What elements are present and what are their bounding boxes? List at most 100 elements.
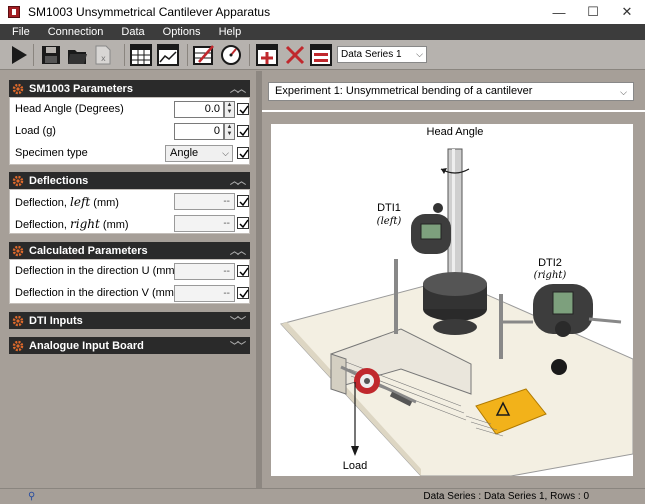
close-button[interactable]: ✕ bbox=[610, 0, 644, 24]
deflection-u-value: -- bbox=[174, 263, 235, 280]
gear-icon bbox=[12, 245, 24, 256]
edit-table-icon[interactable] bbox=[193, 44, 215, 66]
apparatus-diagram: Head Angle DTI1 (left) DTI2 (right) Load bbox=[271, 124, 634, 477]
menu-data[interactable]: Data bbox=[115, 26, 150, 38]
play-icon[interactable] bbox=[8, 44, 30, 66]
usb-icon: ⚲ bbox=[28, 491, 36, 502]
clear-table-icon[interactable] bbox=[310, 44, 332, 66]
load-stepper[interactable]: ▲ ▼ bbox=[224, 123, 235, 140]
data-series-select[interactable]: Data Series 1 ⌵ bbox=[337, 46, 427, 63]
graph-icon[interactable] bbox=[157, 44, 179, 66]
calculated-parameters-header[interactable]: Calculated Parameters ︿︿ bbox=[9, 242, 250, 259]
load-input[interactable]: 0 bbox=[174, 123, 224, 140]
specimen-select[interactable]: Angle ⌵ bbox=[165, 145, 233, 162]
chevron-down-icon: ⌵ bbox=[222, 148, 229, 158]
specimen-value: Angle bbox=[170, 147, 199, 159]
status-bar: ⚲ Data Series : Data Series 1, Rows : 0 bbox=[0, 488, 645, 504]
section-title: SM1003 Parameters bbox=[29, 82, 133, 95]
head-angle-checkbox[interactable] bbox=[237, 103, 249, 115]
apparatus-illustration: Head Angle DTI1 (left) DTI2 (right) Load bbox=[280, 126, 634, 477]
deflection-left-checkbox[interactable] bbox=[237, 195, 249, 207]
deflection-v-label: Deflection in the direction V (mm) bbox=[15, 287, 178, 299]
head-angle-caption: Head Angle bbox=[427, 126, 484, 138]
head-angle-input[interactable]: 0.0 bbox=[174, 101, 224, 118]
chevron-down-icon[interactable]: ﹀﹀ bbox=[230, 314, 246, 327]
deflection-u-label: Deflection in the direction U (mm) bbox=[15, 265, 179, 277]
dti-inputs-header[interactable]: DTI Inputs ﹀﹀ bbox=[9, 312, 250, 329]
menu-options[interactable]: Options bbox=[157, 26, 207, 38]
deflection-right-value: -- bbox=[174, 215, 235, 232]
close-file-icon[interactable]: x bbox=[92, 44, 114, 66]
sm1003-parameters-body: Head Angle (Degrees) 0.0 ▲ ▼ Load (g) 0 ▲… bbox=[9, 97, 250, 165]
load-label: Load (g) bbox=[15, 125, 56, 137]
window-title: SM1003 Unsymmetrical Cantilever Apparatu… bbox=[28, 5, 271, 19]
chevron-down-icon: ⌵ bbox=[416, 49, 423, 59]
stepper-up-icon[interactable]: ▲ bbox=[225, 102, 234, 109]
section-title: DTI Inputs bbox=[29, 314, 83, 327]
open-folder-icon[interactable] bbox=[66, 44, 88, 66]
toolbar-separator bbox=[187, 44, 188, 66]
toolbar: x bbox=[0, 40, 645, 70]
dti1-gauge bbox=[411, 203, 451, 254]
deflection-right-row: Deflection, right (mm) -- bbox=[10, 212, 249, 234]
section-title: Calculated Parameters bbox=[29, 244, 148, 257]
svg-text:x: x bbox=[101, 54, 106, 63]
head-angle-stepper[interactable]: ▲ ▼ bbox=[224, 101, 235, 118]
deflection-v-checkbox[interactable] bbox=[237, 287, 249, 299]
load-roller bbox=[354, 368, 380, 394]
gear-icon bbox=[12, 340, 24, 351]
deflection-u-row: Deflection in the direction U (mm) -- bbox=[10, 260, 249, 282]
status-text: Data Series : Data Series 1, Rows : 0 bbox=[423, 491, 589, 502]
app-icon bbox=[8, 6, 20, 18]
dti2-subcaption: (right) bbox=[534, 270, 567, 281]
gear-icon bbox=[12, 315, 24, 326]
data-series-value: Data Series 1 bbox=[341, 49, 402, 60]
gauge-icon[interactable] bbox=[220, 44, 242, 66]
deflection-right-label: Deflection, right (mm) bbox=[15, 217, 129, 231]
toolbar-separator bbox=[33, 44, 34, 66]
deflection-u-checkbox[interactable] bbox=[237, 265, 249, 277]
calculated-parameters-body: Deflection in the direction U (mm) -- De… bbox=[9, 259, 250, 304]
analogue-input-board-header[interactable]: Analogue Input Board ﹀﹀ bbox=[9, 337, 250, 354]
menu-connection[interactable]: Connection bbox=[42, 26, 110, 38]
load-checkbox[interactable] bbox=[237, 125, 249, 137]
chevron-up-icon[interactable]: ︿︿ bbox=[230, 244, 246, 257]
stepper-up-icon[interactable]: ▲ bbox=[225, 124, 234, 131]
deflection-v-row: Deflection in the direction V (mm) -- bbox=[10, 282, 249, 304]
chevron-up-icon[interactable]: ︿︿ bbox=[230, 174, 246, 187]
dti1-subcaption: (left) bbox=[377, 216, 402, 227]
chevron-up-icon[interactable]: ︿︿ bbox=[230, 82, 246, 95]
chevron-down-icon[interactable]: ﹀﹀ bbox=[230, 339, 246, 352]
menu-help[interactable]: Help bbox=[213, 26, 248, 38]
deflections-header[interactable]: Deflections ︿︿ bbox=[9, 172, 250, 189]
experiment-value: Experiment 1: Unsymmetrical bending of a… bbox=[275, 85, 533, 97]
deflection-left-label: Deflection, left (mm) bbox=[15, 195, 119, 209]
deflection-right-checkbox[interactable] bbox=[237, 217, 249, 229]
table-icon[interactable] bbox=[130, 44, 152, 66]
deflection-v-value: -- bbox=[174, 285, 235, 302]
load-caption: Load bbox=[343, 460, 367, 472]
gear-icon bbox=[12, 83, 24, 94]
toolbar-separator bbox=[249, 44, 250, 66]
menu-file[interactable]: File bbox=[6, 26, 36, 38]
head-angle-label: Head Angle (Degrees) bbox=[15, 103, 124, 115]
minimize-button[interactable]: — bbox=[542, 0, 576, 24]
menu-bar: File Connection Data Options Help bbox=[0, 24, 645, 40]
section-title: Deflections bbox=[29, 174, 89, 187]
maximize-button[interactable]: ☐ bbox=[576, 0, 610, 24]
delete-row-icon[interactable] bbox=[284, 44, 306, 66]
experiment-select[interactable]: Experiment 1: Unsymmetrical bending of a… bbox=[268, 82, 634, 101]
add-row-icon[interactable] bbox=[256, 44, 278, 66]
title-bar: SM1003 Unsymmetrical Cantilever Apparatu… bbox=[0, 0, 645, 24]
dti1-caption: DTI1 bbox=[377, 202, 401, 214]
head-angle-row: Head Angle (Degrees) 0.0 ▲ ▼ bbox=[10, 98, 249, 120]
sm1003-parameters-header[interactable]: SM1003 Parameters ︿︿ bbox=[9, 80, 250, 97]
stepper-down-icon[interactable]: ▼ bbox=[225, 109, 234, 116]
section-title: Analogue Input Board bbox=[29, 339, 144, 352]
save-icon[interactable] bbox=[40, 44, 62, 66]
load-row: Load (g) 0 ▲ ▼ bbox=[10, 120, 249, 142]
deflection-left-row: Deflection, left (mm) -- bbox=[10, 190, 249, 212]
specimen-checkbox[interactable] bbox=[237, 147, 249, 159]
chevron-down-icon: ⌵ bbox=[620, 87, 627, 97]
stepper-down-icon[interactable]: ▼ bbox=[225, 131, 234, 138]
